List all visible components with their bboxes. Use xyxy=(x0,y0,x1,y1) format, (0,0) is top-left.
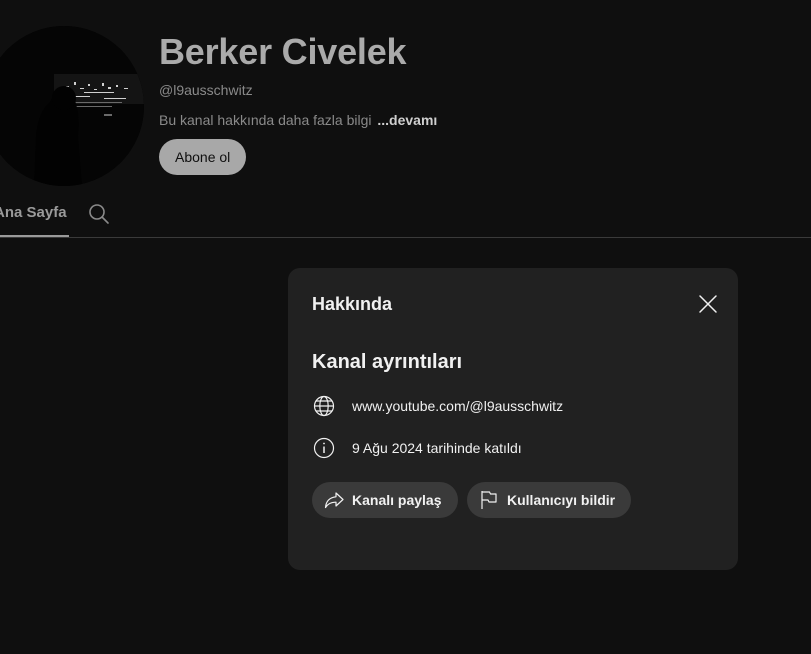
search-icon[interactable] xyxy=(88,203,110,225)
channel-url-link[interactable]: www.youtube.com/@l9ausschwitz xyxy=(352,398,563,414)
channel-handle: @l9ausschwitz xyxy=(159,82,253,98)
joined-date-text: 9 Ağu 2024 tarihinde katıldı xyxy=(352,440,522,456)
channel-avatar[interactable] xyxy=(0,26,144,186)
globe-icon xyxy=(312,394,336,418)
channel-details-heading: Kanal ayrıntıları xyxy=(312,351,463,373)
about-text: Bu kanal hakkında daha fazla bilgi xyxy=(159,112,372,128)
close-icon[interactable] xyxy=(692,288,724,320)
channel-about-link[interactable]: Bu kanal hakkında daha fazla bilgi ...de… xyxy=(159,111,437,129)
tab-home[interactable]: Ana Sayfa xyxy=(0,190,69,237)
channel-tabs: Ana Sayfa xyxy=(0,190,811,238)
report-user-button[interactable]: Kullanıcıyı bildir xyxy=(467,482,632,518)
joined-date-row: 9 Ağu 2024 tarihinde katıldı xyxy=(312,436,522,460)
channel-name: Berker Civelek xyxy=(159,31,407,72)
dialog-title: Hakkında xyxy=(312,294,393,314)
about-more-link[interactable]: ...devamı xyxy=(377,112,437,128)
subscribe-button[interactable]: Abone ol xyxy=(159,139,247,175)
info-icon xyxy=(312,436,336,460)
channel-url-row: www.youtube.com/@l9ausschwitz xyxy=(312,394,563,418)
about-dialog: Hakkında Kanal ayrıntıları www.youtube.c… xyxy=(288,268,738,570)
share-channel-button[interactable]: Kanalı paylaş xyxy=(312,482,458,518)
flag-icon xyxy=(477,488,501,512)
share-channel-label: Kanalı paylaş xyxy=(352,492,442,508)
report-user-label: Kullanıcıyı bildir xyxy=(507,492,616,508)
share-icon xyxy=(322,488,346,512)
channel-page: Berker Civelek @l9ausschwitz Bu kanal ha… xyxy=(0,0,811,654)
